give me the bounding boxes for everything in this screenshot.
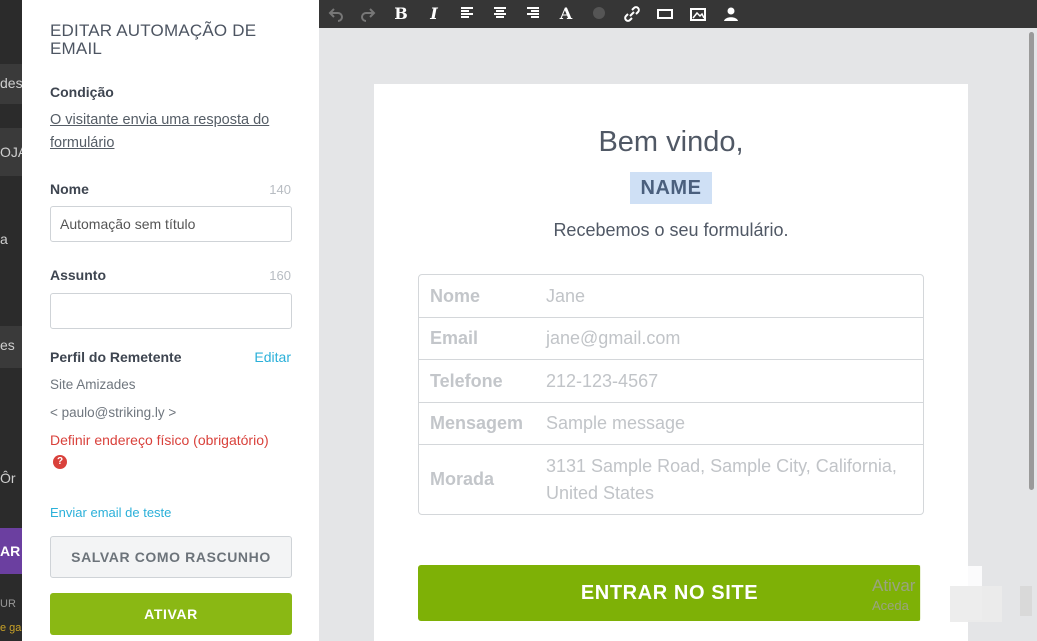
activate-button[interactable]: ATIVAR [50,593,292,635]
undo-icon[interactable] [325,3,347,25]
form-response-table: Nome Jane Email jane@gmail.com Telefone … [418,274,924,515]
bg-fragment: OJA [0,144,22,160]
condition-label: Condição [50,84,114,100]
bg-fragment: e ga [0,622,22,634]
address-warning: Definir endereço físico (obrigatório) [50,432,269,448]
align-right-icon[interactable] [522,3,544,25]
sender-profile-label: Perfil do Remetente [50,349,182,365]
field-value: 3131 Sample Road, Sample City, Californi… [546,455,897,503]
received-text[interactable]: Recebemos o seu formulário. [374,220,968,241]
sender-edit-link[interactable]: Editar [254,349,291,365]
panel-title: EDITAR AUTOMAÇÃO DE EMAIL [50,21,257,58]
save-draft-button[interactable]: SALVAR COMO RASCUNHO [50,536,292,578]
email-preview-card: Bem vindo, NAME Recebemos o seu formulár… [374,84,968,641]
redacted-block [950,586,1002,622]
image-icon[interactable] [687,3,709,25]
table-row: Telefone 212-123-4567 [419,359,923,402]
bg-fragment: UR [0,598,16,610]
name-label: Nome [50,181,89,197]
send-test-email-link[interactable]: Enviar email de teste [50,505,171,520]
field-value: Sample message [546,413,686,433]
field-value: 212-123-4567 [546,370,659,391]
activation-watermark: Ativar Aceda [872,576,915,613]
editor-toolbar: B I A [319,0,1037,28]
canvas-scrollbar[interactable] [1027,28,1037,641]
automation-side-panel: EDITAR AUTOMAÇÃO DE EMAIL Condição O vis… [22,0,319,641]
name-merge-tag[interactable]: NAME [630,172,712,204]
subject-char-counter: 160 [269,268,291,283]
enter-site-button[interactable]: ENTRAR NO SITE [418,565,921,621]
field-label: Email [430,328,479,348]
field-value: Jane [546,285,586,306]
condition-link[interactable]: O visitante envia uma resposta do formul… [50,109,290,155]
redo-icon[interactable] [357,3,379,25]
name-input[interactable] [50,206,292,242]
align-center-icon[interactable] [489,3,511,25]
button-icon[interactable] [654,3,676,25]
bold-icon[interactable]: B [390,3,412,25]
scrollbar-thumb[interactable] [1029,32,1034,490]
link-icon[interactable] [621,3,643,25]
name-char-counter: 140 [269,182,291,197]
field-label: Nome [430,285,481,306]
subject-label: Assunto [50,267,106,283]
watermark-line2: Aceda [872,598,909,613]
color-dot-icon[interactable] [588,3,610,25]
align-left-icon[interactable] [456,3,478,25]
table-row: Morada 3131 Sample Road, Sample City, Ca… [419,444,923,514]
bg-fragment: es [0,337,15,353]
help-icon[interactable]: ? [53,455,67,469]
background-app-strip: des OJA a es Ôr AR UR e ga [0,0,22,641]
sender-name: Site Amizades [50,377,136,392]
sender-email: < paulo@striking.ly > [50,405,177,420]
italic-icon[interactable]: I [423,3,445,25]
bg-fragment: AR [0,543,21,559]
subject-input[interactable] [50,293,292,329]
field-label: Mensagem [430,413,524,433]
bg-fragment: des [0,75,22,91]
person-icon[interactable] [720,3,742,25]
bg-fragment: Ôr [0,470,16,486]
table-row: Email jane@gmail.com [419,317,923,359]
welcome-heading[interactable]: Bem vindo, [374,126,968,159]
text-color-icon[interactable]: A [555,3,577,25]
watermark-line1: Ativar [872,576,916,595]
redacted-block [1020,586,1032,616]
table-row: Nome Jane [419,275,923,317]
field-value: jane@gmail.com [546,328,681,348]
table-row: Mensagem Sample message [419,402,923,444]
field-label: Morada [430,469,495,489]
bg-fragment: a [0,231,8,247]
field-label: Telefone [430,370,503,391]
